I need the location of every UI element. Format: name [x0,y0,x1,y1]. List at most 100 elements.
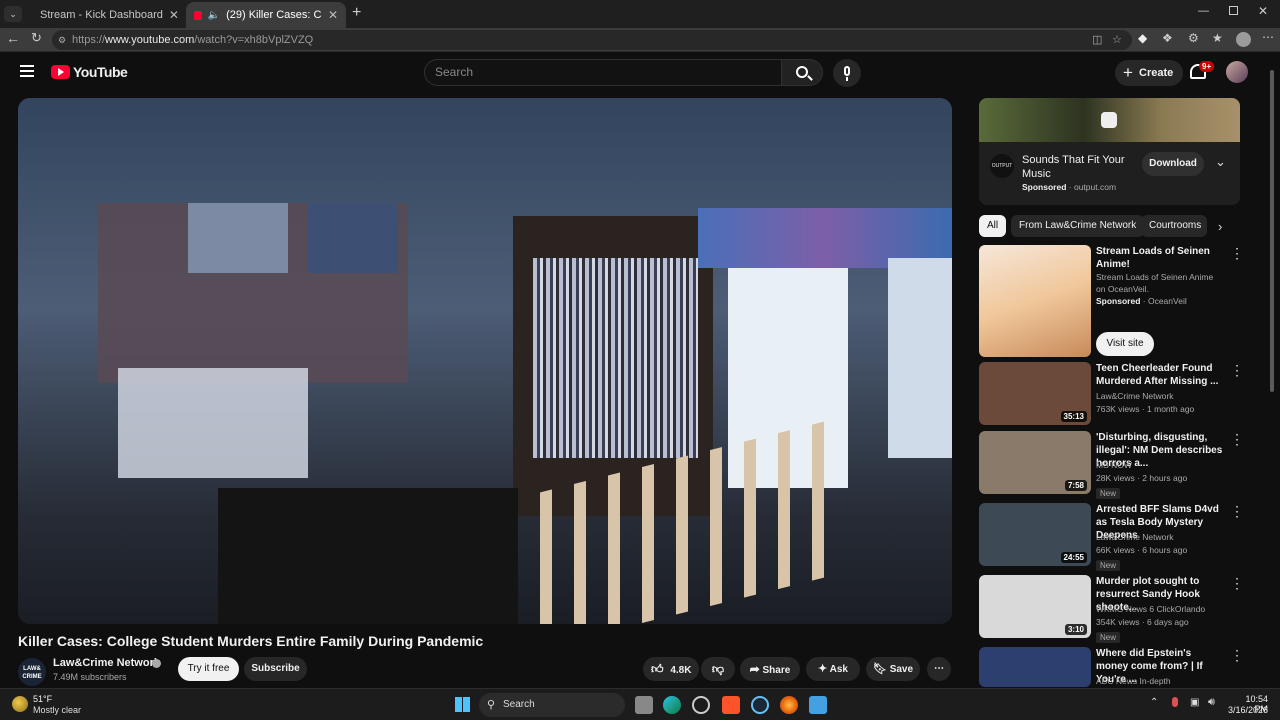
ad-banner-card[interactable]: OUTPUT Sounds That Fit Your Music Sponso… [979,98,1240,205]
ad-domain: output.com [1073,182,1117,192]
scrollbar[interactable] [1268,58,1276,688]
video-thumbnail[interactable] [979,647,1091,687]
hamburger-menu-icon[interactable] [20,65,34,77]
site-info-icon[interactable]: ⚙ [58,30,66,50]
close-tab-icon[interactable]: ✕ [169,8,179,22]
tab-youtube-video[interactable]: 🔈 (29) Killer Cases: College Stud ✕ [186,2,346,28]
ad-card-thumbnail[interactable] [979,245,1091,357]
microphone-tray-icon[interactable] [1172,697,1178,707]
recommendation-channel[interactable]: MS NOW [1096,459,1132,472]
channel-name[interactable]: Law&Crime Network [53,657,160,669]
extension-diamond-icon[interactable]: ◆ [1138,31,1147,45]
search-button[interactable] [781,59,823,86]
tab-title: (29) Killer Cases: College Stud [226,9,322,21]
notification-count-badge: 9+ [1199,61,1215,72]
collections-icon[interactable]: ★ [1212,31,1223,45]
try-it-free-button[interactable]: Try it free [178,657,239,681]
youtube-logo[interactable]: YouTube [51,64,128,80]
ask-button[interactable]: ✦ Ask [806,657,860,681]
app-icon[interactable] [809,696,827,714]
ad-card-desc: Stream Loads of Seinen Anime on OceanVei… [1096,272,1214,294]
video-player[interactable] [18,98,952,624]
recommendation-channel[interactable]: Law&Crime Network [1096,531,1173,544]
taskbar-search[interactable]: ⚲ Search [479,693,625,717]
chip-all[interactable]: All [979,215,1007,237]
tab-kick-dashboard[interactable]: Stream - Kick Dashboard ✕ [26,2,186,28]
speaker-icon[interactable]: 🔈 [208,10,220,21]
tab-list-dropdown-icon[interactable]: ⌄ [4,6,22,22]
account-avatar[interactable] [1226,61,1248,83]
browser-toolbar: ← ↻ ⚙ https://www.youtube.com/watch?v=xh… [0,28,1280,52]
close-window-button[interactable]: ✕ [1258,4,1268,18]
app-available-icon[interactable]: ◫ [1092,30,1102,50]
new-tab-button[interactable]: + [352,4,361,22]
chevron-right-icon[interactable]: › [1218,219,1222,234]
taskbar-search-label: Search [503,699,535,710]
chevron-down-icon[interactable]: ⌄ [1215,154,1226,170]
steam-icon[interactable] [751,696,769,714]
more-vertical-icon[interactable]: ⋮ [1230,647,1244,664]
scrollbar-thumb[interactable] [1270,70,1274,392]
recommendation-channel[interactable]: ABC News In-depth [1096,675,1171,688]
subscribe-button[interactable]: Subscribe [244,657,307,681]
more-vertical-icon[interactable]: ⋮ [1230,431,1244,448]
network-icon[interactable]: ▣ [1190,697,1199,708]
url-path: /watch?v=xh8bVplZVZQ [194,34,314,46]
like-button[interactable]: 👍︎ 4.8K [643,657,699,681]
video-frame-desk [218,488,518,624]
settings-more-icon[interactable]: ⋯ [1262,30,1274,44]
sponsored-label: Sponsored [1022,182,1067,192]
edge-browser-icon[interactable] [663,696,681,714]
more-vertical-icon[interactable]: ⋮ [1230,362,1244,379]
chip-from-channel[interactable]: From Law&Crime Network [1011,215,1145,237]
more-vertical-icon[interactable]: ⋮ [1230,575,1244,592]
dislike-button[interactable]: 👎︎ [701,657,735,681]
start-windows-icon[interactable] [455,697,470,712]
task-view-icon[interactable] [635,696,653,714]
search-input[interactable]: Search [424,59,782,86]
more-horizontal-icon: ⋯ [934,663,944,674]
more-actions-button[interactable]: ⋯ [927,657,951,681]
profile-avatar-icon[interactable] [1236,32,1251,47]
address-bar[interactable]: ⚙ https://www.youtube.com/watch?v=xh8bVp… [52,30,1132,50]
sponsored-label: Sponsored [1096,296,1141,306]
create-button[interactable]: + Create [1115,60,1183,86]
reload-icon[interactable]: ↻ [31,30,42,46]
brave-browser-icon[interactable] [722,696,740,714]
browser-essentials-icon[interactable]: ⚙ [1188,31,1199,45]
weather-icon[interactable] [12,696,28,712]
video-thumbnail[interactable]: 35:13 [979,362,1091,425]
recommendation-channel[interactable]: WKMG News 6 ClickOrlando [1096,603,1205,616]
channel-avatar[interactable]: LAW& CRIME [18,658,46,686]
video-thumbnail[interactable]: 3:10 [979,575,1091,638]
more-vertical-icon[interactable]: ⋮ [1230,245,1244,262]
more-vertical-icon[interactable]: ⋮ [1230,503,1244,520]
close-tab-icon[interactable]: ✕ [328,8,338,22]
chip-courtrooms[interactable]: Courtrooms [1141,215,1207,237]
voice-search-button[interactable] [833,59,861,87]
back-icon[interactable]: ← [6,30,20,46]
favorite-star-icon[interactable]: ☆ [1112,30,1122,50]
video-frame-poster [188,203,288,273]
save-button[interactable]: 🔖︎ Save [866,657,920,681]
volume-icon[interactable]: 🔊︎ [1208,696,1215,709]
video-thumbnail[interactable]: 7:58 [979,431,1091,494]
weather-temp[interactable]: 51°F [33,694,52,704]
url-prefix: https:// [72,34,106,46]
settings-gear-icon[interactable] [692,696,710,714]
download-button[interactable]: Download [1142,152,1204,176]
firefox-icon[interactable] [780,696,798,714]
url-domain: www.youtube.com [105,34,195,46]
extensions-puzzle-icon[interactable]: ❖ [1162,31,1173,45]
restore-window-button[interactable] [1229,6,1238,15]
visit-site-button[interactable]: Visit site [1096,332,1154,356]
show-hidden-icons-chevron-icon[interactable]: ⌃ [1150,697,1158,708]
recommendation-title[interactable]: Teen Cheerleader Found Murdered After Mi… [1096,362,1224,388]
new-badge: New [1096,488,1121,499]
video-thumbnail[interactable]: 24:55 [979,503,1091,566]
youtube-play-logo-icon [51,65,70,79]
share-button[interactable]: ➦ Share [740,657,800,681]
recommendation-channel[interactable]: Law&Crime Network [1096,390,1173,403]
ad-card-title[interactable]: Stream Loads of Seinen Anime! [1096,245,1222,271]
minimize-window-button[interactable]: — [1198,5,1209,17]
